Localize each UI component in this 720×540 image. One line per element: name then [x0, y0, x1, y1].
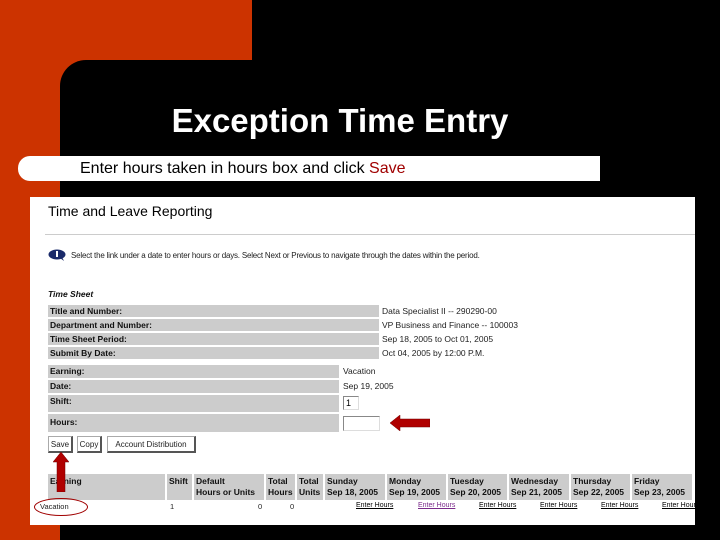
header-tuesday-line1: Tuesday: [450, 476, 484, 486]
instruction-text: Select the link under a date to enter ho…: [71, 251, 480, 260]
slide-subtitle: Enter hours taken in hours box and click…: [80, 160, 406, 178]
header-wednesday-line1: Wednesday: [511, 476, 559, 486]
header-thursday: Thursday Sep 22, 2005: [571, 474, 630, 500]
hours-label: Hours:: [48, 414, 339, 432]
highlight-ellipse: [34, 498, 88, 516]
header-default: Default Hours or Units: [194, 474, 264, 500]
enter-hours-link-tuesday[interactable]: Enter Hours: [479, 502, 516, 509]
divider: [45, 234, 695, 235]
slide-title: Exception Time Entry: [171, 102, 509, 139]
header-thursday-line2: Sep 22, 2005: [573, 487, 625, 497]
header-total-hours-line2: Hours: [268, 487, 293, 497]
account-distribution-button[interactable]: Account Distribution: [107, 436, 196, 453]
time-sheet-label: Time Sheet: [48, 289, 94, 299]
header-default-line2: Hours or Units: [196, 487, 256, 497]
header-friday-line1: Friday: [634, 476, 660, 486]
enter-hours-link-friday[interactable]: Enter Hours: [662, 502, 699, 509]
header-sunday-line2: Sep 18, 2005: [327, 487, 379, 497]
submit-by-date-value: Oct 04, 2005 by 12:00 P.M.: [382, 348, 485, 358]
title-number-value: Data Specialist II -- 290290-00: [382, 306, 497, 316]
header-wednesday-line2: Sep 21, 2005: [511, 487, 563, 497]
enter-hours-link-monday[interactable]: Enter Hours: [418, 502, 455, 509]
header-monday-line2: Sep 19, 2005: [389, 487, 441, 497]
row-swatch: [373, 305, 379, 317]
header-total-hours: Total Hours: [266, 474, 295, 500]
header-shift: Shift: [167, 474, 192, 500]
save-button[interactable]: Save: [48, 436, 73, 453]
red-arrow-left-icon: [390, 415, 430, 431]
info-speech-bubble-icon: [48, 249, 66, 261]
copy-button[interactable]: Copy: [77, 436, 102, 453]
shift-label: Shift:: [48, 395, 339, 412]
header-friday-line2: Sep 23, 2005: [634, 487, 686, 497]
header-shift-text: Shift: [169, 476, 188, 486]
row-swatch: [373, 333, 379, 345]
header-total-units-line1: Total: [299, 476, 319, 486]
time-sheet-period-label: Time Sheet Period:: [48, 333, 373, 345]
header-thursday-line1: Thursday: [573, 476, 612, 486]
header-wednesday: Wednesday Sep 21, 2005: [509, 474, 569, 500]
submit-by-date-label: Submit By Date:: [48, 347, 373, 359]
shift-input[interactable]: [343, 396, 359, 410]
enter-hours-link-sunday[interactable]: Enter Hours: [356, 502, 393, 509]
hours-input[interactable]: [343, 416, 380, 431]
header-sunday: Sunday Sep 18, 2005: [325, 474, 385, 500]
subtitle-save-accent: Save: [369, 160, 406, 177]
earning-value: Vacation: [343, 366, 376, 376]
header-default-line1: Default: [196, 476, 225, 486]
header-monday: Monday Sep 19, 2005: [387, 474, 446, 500]
header-monday-line1: Monday: [389, 476, 422, 486]
earning-label: Earning:: [48, 365, 339, 378]
header-total-units-line2: Units: [299, 487, 321, 497]
row-swatch: [373, 347, 379, 359]
header-total-hours-line1: Total: [268, 476, 288, 486]
header-sunday-line1: Sunday: [327, 476, 358, 486]
enter-hours-link-wednesday[interactable]: Enter Hours: [540, 502, 577, 509]
date-value: Sep 19, 2005: [343, 381, 394, 391]
row-total-units: 0: [290, 502, 295, 511]
time-sheet-period-value: Sep 18, 2005 to Oct 01, 2005: [382, 334, 494, 344]
title-number-label: Title and Number:: [48, 305, 373, 317]
red-arrow-up-icon: [53, 452, 69, 492]
header-tuesday-line2: Sep 20, 2005: [450, 487, 502, 497]
header-tuesday: Tuesday Sep 20, 2005: [448, 474, 507, 500]
header-friday: Friday Sep 23, 2005: [632, 474, 692, 500]
row-shift: 1: [170, 502, 175, 511]
page-title: Time and Leave Reporting: [48, 203, 213, 219]
department-number-label: Department and Number:: [48, 319, 373, 331]
row-total-hours: 0: [258, 502, 263, 511]
row-swatch: [373, 319, 379, 331]
enter-hours-link-thursday[interactable]: Enter Hours: [601, 502, 638, 509]
header-total-units: Total Units: [297, 474, 323, 500]
date-label: Date:: [48, 380, 339, 393]
subtitle-text: Enter hours taken in hours box and click: [80, 160, 370, 177]
department-number-value: VP Business and Finance -- 100003: [382, 320, 518, 330]
